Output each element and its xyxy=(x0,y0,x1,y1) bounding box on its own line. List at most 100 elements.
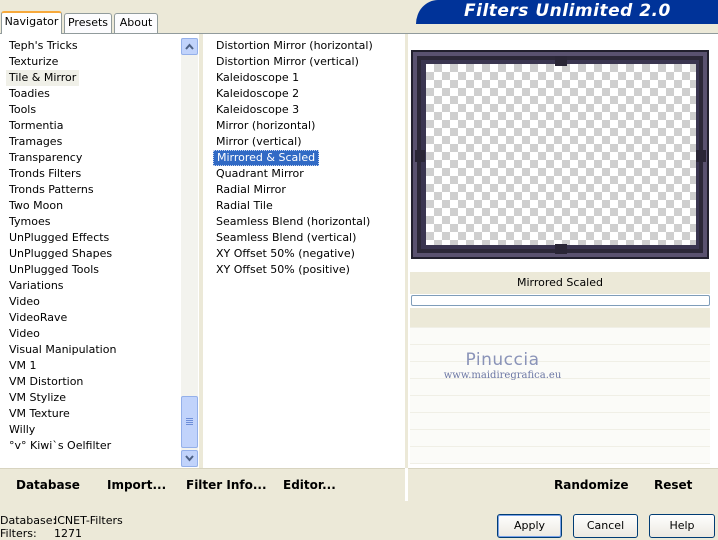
filter-list-item[interactable]: Seamless Blend (horizontal) xyxy=(213,214,373,230)
filter-list[interactable]: Distortion Mirror (horizontal) Distortion… xyxy=(213,38,403,467)
filters-count-label: Filters: xyxy=(0,527,37,540)
category-list-item[interactable]: VM Stylize xyxy=(6,390,69,406)
filter-list-item[interactable]: Quadrant Mirror xyxy=(213,166,307,182)
divider xyxy=(405,468,408,501)
reset-label: Reset xyxy=(654,478,693,492)
database-label: Database xyxy=(16,478,80,492)
grip-line xyxy=(186,418,193,419)
watermark-url: www.maidiregrafica.eu xyxy=(443,370,562,381)
filter-info-button[interactable]: Filter Info... xyxy=(186,478,267,492)
scroll-thumb[interactable] xyxy=(181,396,198,448)
category-list-item[interactable]: Variations xyxy=(6,278,67,294)
parameter-row xyxy=(410,379,710,396)
grip-line xyxy=(186,420,193,421)
tab-presets[interactable]: Presets xyxy=(64,13,112,33)
parameter-panel xyxy=(410,308,710,468)
help-label: Help xyxy=(669,519,695,532)
category-list-item[interactable]: Tools xyxy=(6,102,39,118)
frame-notch xyxy=(555,56,567,66)
tab-presets-label: Presets xyxy=(67,16,109,29)
cancel-button[interactable]: Cancel xyxy=(573,514,638,538)
category-list-item[interactable]: Tramages xyxy=(6,134,65,150)
grip-line xyxy=(186,422,193,423)
randomize-label: Randomize xyxy=(554,478,629,492)
parameter-row xyxy=(410,413,710,430)
filter-list-item[interactable]: Mirror (vertical) xyxy=(213,134,305,150)
randomize-button[interactable]: Randomize xyxy=(554,478,628,492)
category-list-item[interactable]: Transparency xyxy=(6,150,85,166)
category-list-item[interactable]: Teph's Tricks xyxy=(6,38,81,54)
category-list-item[interactable]: Video xyxy=(6,326,43,342)
scroll-down-button[interactable] xyxy=(181,450,198,467)
category-list-item[interactable]: UnPlugged Effects xyxy=(6,230,112,246)
chevron-up-icon xyxy=(185,43,194,50)
tab-navigator[interactable]: Navigator xyxy=(1,11,62,34)
filter-list-item[interactable]: Mirrored & Scaled xyxy=(213,150,320,166)
cancel-label: Cancel xyxy=(586,519,625,532)
editor-label: Editor... xyxy=(283,478,336,492)
category-list[interactable]: Teph's Tricks Texturize Tile & Mirror Toadi… xyxy=(6,38,181,467)
frame-notch xyxy=(415,150,425,162)
category-list-item[interactable]: VM 1 xyxy=(6,358,40,374)
app-banner: Filters Unlimited 2.0 xyxy=(416,0,718,24)
preview-image xyxy=(426,64,696,245)
reset-button[interactable]: Reset xyxy=(654,478,692,492)
category-list-item[interactable]: Toadies xyxy=(6,86,53,102)
import-label: Import... xyxy=(107,478,167,492)
category-list-item[interactable]: VM Distortion xyxy=(6,374,86,390)
category-scrollbar[interactable] xyxy=(181,38,198,467)
filter-list-item[interactable]: XY Offset 50% (positive) xyxy=(213,262,353,278)
filter-list-item[interactable]: Kaleidoscope 3 xyxy=(213,102,302,118)
parameter-row xyxy=(410,430,710,447)
category-list-item[interactable]: UnPlugged Tools xyxy=(6,262,102,278)
category-list-item[interactable]: Tronds Patterns xyxy=(6,182,97,198)
chevron-down-icon xyxy=(185,455,194,462)
parameter-row xyxy=(410,396,710,413)
app-title: Filters Unlimited 2.0 xyxy=(464,1,671,21)
help-button[interactable]: Help xyxy=(649,514,715,538)
filter-list-item[interactable]: XY Offset 50% (negative) xyxy=(213,246,358,262)
category-list-item[interactable]: Visual Manipulation xyxy=(6,342,119,358)
filter-list-item[interactable]: Mirror (horizontal) xyxy=(213,118,318,134)
filters-count-value: 1271 xyxy=(54,527,82,540)
category-list-item[interactable]: °v° Kiwi`s Oelfilter xyxy=(6,438,114,454)
category-list-item[interactable]: Tormentia xyxy=(6,118,66,134)
category-list-item[interactable]: Willy xyxy=(6,422,38,438)
editor-button[interactable]: Editor... xyxy=(283,478,336,492)
category-list-item[interactable]: UnPlugged Shapes xyxy=(6,246,115,262)
filter-list-item[interactable]: Kaleidoscope 2 xyxy=(213,86,302,102)
filter-title: Mirrored Scaled xyxy=(410,272,710,294)
parameter-row xyxy=(410,328,710,345)
category-list-item[interactable]: Tymoes xyxy=(6,214,53,230)
category-list-item[interactable]: VM Texture xyxy=(6,406,73,422)
category-list-item[interactable]: Video xyxy=(6,294,43,310)
divider xyxy=(199,34,203,468)
tab-about-label: About xyxy=(119,16,153,29)
grip-line xyxy=(186,424,193,425)
parameter-row xyxy=(410,447,710,464)
import-button[interactable]: Import... xyxy=(107,478,166,492)
watermark-name: Pinuccia xyxy=(465,350,540,370)
watermark: Pinuccia www.maidiregrafica.eu xyxy=(440,350,565,381)
filter-list-item[interactable]: Distortion Mirror (horizontal) xyxy=(213,38,376,54)
apply-label: Apply xyxy=(513,519,546,532)
filter-list-item[interactable]: Kaleidoscope 1 xyxy=(213,70,302,86)
parameter-row xyxy=(410,308,710,328)
filter-list-item[interactable]: Distortion Mirror (vertical) xyxy=(213,54,362,70)
category-list-item[interactable]: Tronds Filters xyxy=(6,166,84,182)
filter-list-item[interactable]: Seamless Blend (vertical) xyxy=(213,230,359,246)
database-status-label: Database: xyxy=(0,514,57,527)
apply-button[interactable]: Apply xyxy=(497,514,562,538)
frame-notch xyxy=(696,150,706,162)
frame-notch xyxy=(555,244,567,254)
filter-list-item[interactable]: Radial Mirror xyxy=(213,182,289,198)
category-list-item[interactable]: Tile & Mirror xyxy=(6,70,80,86)
tab-about[interactable]: About xyxy=(114,13,158,33)
filter-list-item[interactable]: Radial Tile xyxy=(213,198,276,214)
category-list-item[interactable]: Two Moon xyxy=(6,198,66,214)
scroll-up-button[interactable] xyxy=(181,38,198,55)
category-list-item[interactable]: VideoRave xyxy=(6,310,70,326)
divider xyxy=(405,34,408,468)
database-button[interactable]: Database xyxy=(16,478,80,492)
category-list-item[interactable]: Texturize xyxy=(6,54,61,70)
